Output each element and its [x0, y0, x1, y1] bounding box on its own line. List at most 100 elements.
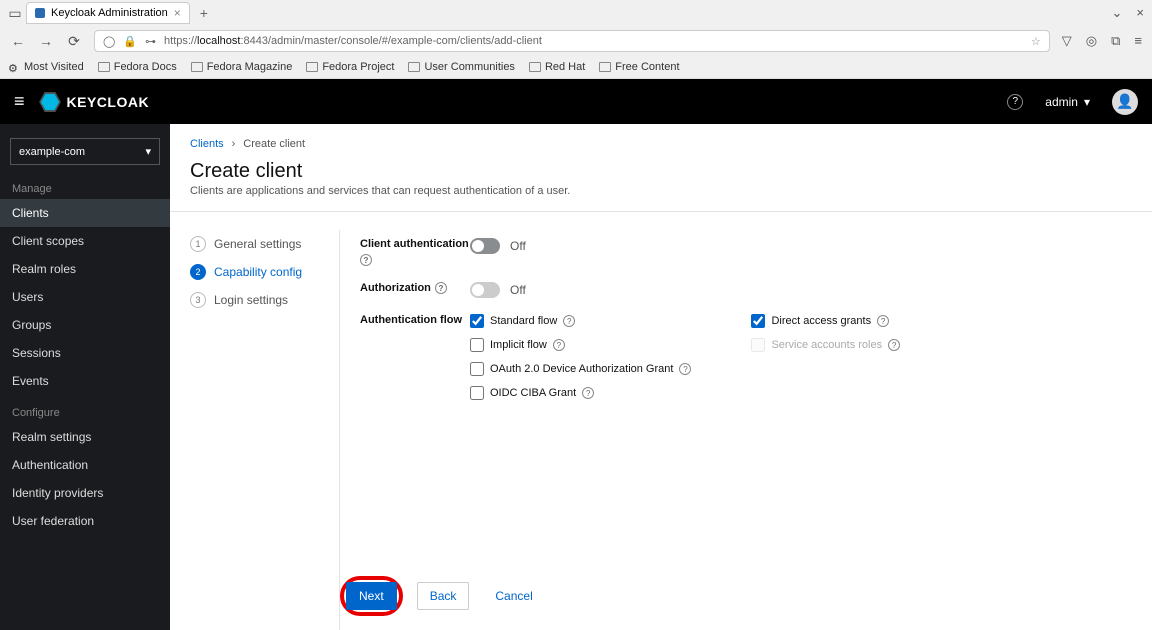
breadcrumb-current: Create client — [243, 138, 305, 150]
account-icon[interactable]: ◎ — [1086, 33, 1097, 49]
step-number: 2 — [190, 264, 206, 280]
sidebar-item-clients[interactable]: Clients — [0, 199, 170, 227]
sidebar-item-identity-providers[interactable]: Identity providers — [0, 479, 170, 507]
step-number: 1 — [190, 236, 206, 252]
sidebar-item-events[interactable]: Events — [0, 367, 170, 395]
step-label: General settings — [214, 237, 301, 251]
sidebar-section-title: Configure — [0, 401, 170, 423]
client-auth-label: Client authentication — [360, 238, 469, 250]
flow-service: Service accounts roles? — [751, 338, 900, 352]
help-icon[interactable]: ? — [563, 315, 575, 327]
help-icon[interactable]: ? — [877, 315, 889, 327]
tab-close-icon[interactable]: × — [174, 6, 181, 20]
wizard-step[interactable]: 2 Capability config — [190, 258, 329, 286]
forward-icon[interactable]: → — [38, 33, 54, 49]
back-button[interactable]: Back — [417, 582, 470, 610]
browser-tab[interactable]: Keycloak Administration × — [26, 2, 190, 24]
url-bar[interactable]: ◯ 🔒 ⊶ https://localhost:8443/admin/maste… — [94, 30, 1050, 52]
folder-icon — [408, 62, 420, 72]
bookmark-label: Fedora Project — [322, 61, 394, 73]
bookmark-label: Fedora Docs — [114, 61, 177, 73]
permissions-icon: ⊶ — [145, 35, 156, 48]
back-icon[interactable]: ← — [10, 33, 26, 49]
bookmark-item[interactable]: Fedora Docs — [98, 61, 177, 73]
avatar[interactable]: 👤 — [1112, 89, 1138, 115]
sidebar-item-users[interactable]: Users — [0, 283, 170, 311]
sidebar-item-user-federation[interactable]: User federation — [0, 507, 170, 535]
gear-icon: ⚙ — [8, 62, 20, 72]
bookmark-item[interactable]: Free Content — [599, 61, 679, 73]
help-icon[interactable]: ? — [553, 339, 565, 351]
flow-direct[interactable]: Direct access grants? — [751, 314, 900, 328]
step-label: Capability config — [214, 265, 302, 279]
minimize-icon[interactable]: ⌄ — [1112, 5, 1123, 21]
flow-checkbox[interactable] — [470, 338, 484, 352]
wizard-steps: 1 General settings 2 Capability config 3Logi… — [190, 230, 340, 630]
user-menu[interactable]: admin ▾ — [1045, 95, 1090, 109]
flow-standard[interactable]: Standard flow? — [470, 314, 691, 328]
help-icon[interactable]: ? — [435, 282, 447, 294]
sidebar-section-title: Manage — [0, 177, 170, 199]
sidebar-item-client-scopes[interactable]: Client scopes — [0, 227, 170, 255]
realm-selector[interactable]: example-com ▾ — [10, 138, 160, 165]
page-subtitle: Clients are applications and services th… — [170, 185, 1152, 211]
help-icon[interactable]: ? — [1007, 94, 1023, 110]
breadcrumb-root[interactable]: Clients — [190, 138, 224, 150]
chevron-down-icon: ▾ — [1084, 95, 1090, 109]
flow-implicit[interactable]: Implicit flow? — [470, 338, 691, 352]
app-header: ≡ KEYCLOAK ? admin ▾ 👤 — [0, 79, 1152, 124]
help-icon[interactable]: ? — [679, 363, 691, 375]
bookmark-star-icon[interactable]: ☆ — [1031, 35, 1041, 48]
bookmark-item[interactable]: Red Hat — [529, 61, 585, 73]
flow-device[interactable]: OAuth 2.0 Device Authorization Grant? — [470, 362, 691, 376]
keycloak-logo-icon — [39, 92, 61, 112]
wizard-step[interactable]: 1 General settings — [190, 230, 329, 258]
keycloak-logo[interactable]: KEYCLOAK — [39, 92, 150, 112]
bookmark-item[interactable]: Fedora Project — [306, 61, 394, 73]
sidebar-item-realm-settings[interactable]: Realm settings — [0, 423, 170, 451]
app-menu-icon[interactable]: ≡ — [1134, 33, 1142, 49]
help-icon[interactable]: ? — [888, 339, 900, 351]
browser-chrome: ▭ Keycloak Administration × + ⌄ × ← → ⟳ … — [0, 0, 1152, 79]
flow-checkbox[interactable] — [751, 314, 765, 328]
wizard-step[interactable]: 3Login settings — [190, 286, 329, 314]
sidebar-item-groups[interactable]: Groups — [0, 311, 170, 339]
help-icon[interactable]: ? — [360, 254, 372, 266]
flow-checkbox[interactable] — [470, 314, 484, 328]
bookmarks-bar: ⚙Most Visited Fedora Docs Fedora Magazine F… — [0, 56, 1152, 78]
authorization-label: Authorization — [360, 282, 431, 294]
user-name: admin — [1045, 95, 1078, 109]
flow-checkbox[interactable] — [470, 386, 484, 400]
sidebar-item-authentication[interactable]: Authentication — [0, 451, 170, 479]
reload-icon[interactable]: ⟳ — [66, 33, 82, 50]
cancel-button[interactable]: Cancel — [483, 583, 544, 609]
help-icon[interactable]: ? — [582, 387, 594, 399]
window-container-icon[interactable]: ▭ — [8, 5, 22, 22]
bookmark-item[interactable]: ⚙Most Visited — [8, 61, 84, 73]
hamburger-icon[interactable]: ≡ — [14, 91, 25, 112]
next-button[interactable]: Next — [346, 582, 397, 610]
bookmark-item[interactable]: Fedora Magazine — [191, 61, 293, 73]
flow-label: Service accounts roles — [771, 339, 882, 351]
pocket-icon[interactable]: ▽ — [1062, 33, 1072, 49]
step-label: Login settings — [214, 293, 288, 307]
flow-checkbox — [751, 338, 765, 352]
client-auth-switch[interactable] — [470, 238, 500, 254]
wizard-footer: Next Back Cancel — [340, 576, 545, 616]
bookmark-item[interactable]: User Communities — [408, 61, 514, 73]
flow-checkbox[interactable] — [470, 362, 484, 376]
folder-icon — [599, 62, 611, 72]
page-title: Create client — [170, 154, 1152, 185]
shield-icon: ◯ — [103, 35, 115, 48]
sidebar-item-sessions[interactable]: Sessions — [0, 339, 170, 367]
sidebar: example-com ▾ ManageClientsClient scopes… — [0, 124, 170, 630]
new-tab-button[interactable]: + — [194, 5, 214, 21]
close-window-icon[interactable]: × — [1136, 5, 1144, 21]
flow-ciba[interactable]: OIDC CIBA Grant? — [470, 386, 691, 400]
flow-label: Direct access grants — [771, 315, 871, 327]
chevron-down-icon: ▾ — [145, 145, 151, 158]
extensions-icon[interactable]: ⧉ — [1111, 33, 1120, 49]
sidebar-item-realm-roles[interactable]: Realm roles — [0, 255, 170, 283]
favicon — [35, 8, 45, 18]
folder-icon — [191, 62, 203, 72]
